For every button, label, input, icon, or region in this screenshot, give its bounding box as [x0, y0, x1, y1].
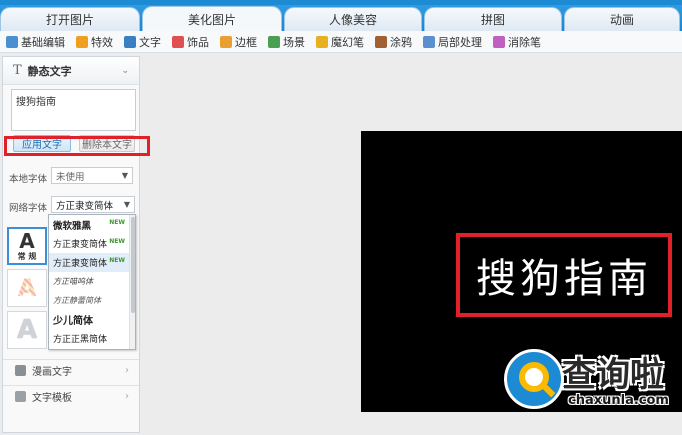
text-template-icon	[15, 391, 26, 402]
watermark-url: chaxunla.com	[568, 393, 669, 408]
font-option-fangzheng-zhenghei[interactable]: 方正正黑简体	[49, 329, 135, 348]
tool-accessory[interactable]: 饰品	[172, 34, 209, 50]
text-template-row[interactable]: 文字模板 ›	[3, 385, 139, 407]
style-decorative-thumb[interactable]: A	[7, 269, 47, 307]
local-process-icon	[423, 35, 435, 48]
font-option-fangzheng-miaowu[interactable]: 方正喵呜体	[49, 272, 135, 291]
tool-text[interactable]: 文字	[124, 34, 161, 50]
decorative-style-a: A	[17, 274, 37, 302]
local-font-select[interactable]: 未使用 ▼	[51, 167, 133, 184]
outline-style-a: A	[16, 315, 38, 345]
chevron-down-icon: ▼	[121, 171, 128, 180]
scene-icon	[268, 35, 280, 48]
font-option-fangzheng-libian[interactable]: 方正隶变简体 NEW	[49, 234, 135, 253]
web-font-dropdown: 微软雅黑 NEW 方正隶变简体 NEW 方正隶变简体 NEW 方正喵呜体 方正静蕾简体…	[48, 214, 136, 350]
font-option-weiruan-yahei[interactable]: 微软雅黑 NEW	[49, 215, 135, 234]
font-option-shaoer[interactable]: 少儿简体	[49, 310, 135, 329]
magic-pen-icon	[316, 35, 328, 48]
caption-highlight-box: 搜狗指南	[456, 233, 672, 317]
font-option-fangzheng-jinglei[interactable]: 方正静蕾简体	[49, 291, 135, 310]
canvas-text[interactable]: 搜狗指南	[476, 246, 652, 304]
regular-style-a: A	[19, 228, 35, 253]
main-tab-bar: 打开图片 美化图片 人像美容 拼图 动画	[0, 5, 682, 31]
tool-doodle[interactable]: 涂鸦	[375, 34, 412, 50]
comic-text-icon	[15, 365, 26, 376]
scrollbar-thumb[interactable]	[131, 217, 135, 313]
chevron-right-icon: ›	[125, 365, 129, 376]
chevron-down-icon: ▼	[123, 200, 130, 209]
feature-toolbar: 基础编辑 特效 文字 饰品 边框 场景 魔幻笔 涂鸦 局部处理 消除笔	[0, 31, 682, 53]
tool-eraser-pen[interactable]: 消除笔	[493, 34, 541, 50]
watermark-text: 查询啦	[562, 355, 664, 395]
tool-basic-edit[interactable]: 基础编辑	[6, 34, 65, 50]
web-font-highlight-box	[4, 136, 150, 156]
tab-animation[interactable]: 动画	[564, 7, 680, 31]
accessory-icon	[172, 35, 184, 48]
tool-magic-pen[interactable]: 魔幻笔	[316, 34, 364, 50]
tool-effects[interactable]: 特效	[76, 34, 113, 50]
web-font-label: 网络字体	[9, 203, 48, 214]
text-t-icon: T	[13, 63, 22, 78]
basic-edit-icon	[6, 35, 18, 48]
style-regular-thumb[interactable]: A 常 规	[7, 227, 47, 265]
web-font-select[interactable]: 方正隶变简体 ▼	[51, 196, 135, 213]
tab-open-image[interactable]: 打开图片	[0, 7, 140, 31]
watermark-logo: 查询啦 chaxunla.com	[504, 345, 682, 415]
effects-icon	[76, 35, 88, 48]
tool-local-process[interactable]: 局部处理	[423, 34, 482, 50]
frame-icon	[220, 35, 232, 48]
static-text-section-header[interactable]: T 静态文字 ⌄	[3, 57, 139, 85]
comic-text-row[interactable]: 漫画文字 ›	[3, 359, 139, 381]
text-icon	[124, 35, 136, 48]
chevron-down-icon[interactable]: ⌄	[121, 66, 129, 76]
text-style-thumbnails: A 常 规 A A	[7, 227, 49, 353]
dropdown-scrollbar[interactable]	[129, 215, 135, 349]
eraser-pen-icon	[493, 35, 505, 48]
tab-collage[interactable]: 拼图	[424, 7, 562, 31]
font-option-fangzheng-libian-selected[interactable]: 方正隶变简体 NEW	[49, 253, 135, 272]
tab-beautify-image[interactable]: 美化图片	[142, 6, 282, 31]
tab-portrait-beauty[interactable]: 人像美容	[284, 7, 422, 31]
local-font-label: 本地字体	[9, 174, 48, 185]
tool-scene[interactable]: 场景	[268, 34, 305, 50]
text-content-input[interactable]: 搜狗指南	[11, 89, 136, 131]
style-outline-thumb[interactable]: A	[7, 311, 47, 349]
tool-frame[interactable]: 边框	[220, 34, 257, 50]
chevron-right-icon: ›	[125, 391, 129, 402]
magnifier-logo-icon	[504, 349, 564, 409]
doodle-icon	[375, 35, 387, 48]
